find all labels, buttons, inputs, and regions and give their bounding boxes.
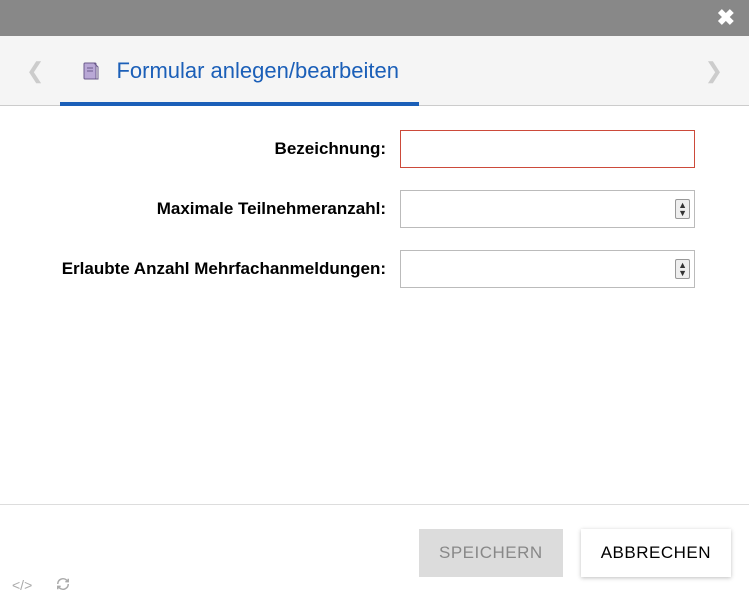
input-max-teilnehmer-wrapper: ▲▼ bbox=[400, 190, 695, 228]
input-bezeichnung[interactable] bbox=[400, 130, 695, 168]
form-icon bbox=[80, 60, 102, 82]
dialog-titlebar: ✖ bbox=[0, 0, 749, 36]
stepper-icon[interactable]: ▲▼ bbox=[675, 259, 690, 279]
dialog-footer: SPEICHERN ABBRECHEN </> bbox=[0, 504, 749, 600]
chevron-right-icon[interactable]: ❯ bbox=[699, 58, 729, 84]
close-icon[interactable]: ✖ bbox=[717, 7, 735, 29]
refresh-icon[interactable] bbox=[56, 577, 70, 594]
code-icon[interactable]: </> bbox=[12, 577, 32, 594]
label-bezeichnung: Bezeichnung: bbox=[40, 139, 400, 159]
cancel-button[interactable]: ABBRECHEN bbox=[581, 529, 731, 577]
form-area: Bezeichnung: Maximale Teilnehmeranzahl: … bbox=[0, 106, 749, 334]
tab-form-edit[interactable]: Formular anlegen/bearbeiten bbox=[60, 36, 419, 105]
tab-bar: ❮ Formular anlegen/bearbeiten ❯ bbox=[0, 36, 749, 106]
button-row: SPEICHERN ABBRECHEN bbox=[0, 505, 749, 577]
field-row-max-teilnehmer: Maximale Teilnehmeranzahl: ▲▼ bbox=[40, 190, 709, 228]
field-row-mehrfach: Erlaubte Anzahl Mehrfachanmeldungen: ▲▼ bbox=[40, 250, 709, 288]
stepper-icon[interactable]: ▲▼ bbox=[675, 199, 690, 219]
label-max-teilnehmer: Maximale Teilnehmeranzahl: bbox=[40, 199, 400, 219]
input-mehrfach[interactable] bbox=[409, 255, 686, 283]
input-mehrfach-wrapper: ▲▼ bbox=[400, 250, 695, 288]
label-mehrfach: Erlaubte Anzahl Mehrfachanmeldungen: bbox=[40, 259, 400, 279]
chevron-left-icon[interactable]: ❮ bbox=[20, 58, 50, 84]
footer-icons: </> bbox=[12, 577, 70, 594]
tab-label: Formular anlegen/bearbeiten bbox=[116, 58, 399, 84]
field-row-bezeichnung: Bezeichnung: bbox=[40, 130, 709, 168]
save-button[interactable]: SPEICHERN bbox=[419, 529, 563, 577]
input-max-teilnehmer[interactable] bbox=[409, 195, 686, 223]
